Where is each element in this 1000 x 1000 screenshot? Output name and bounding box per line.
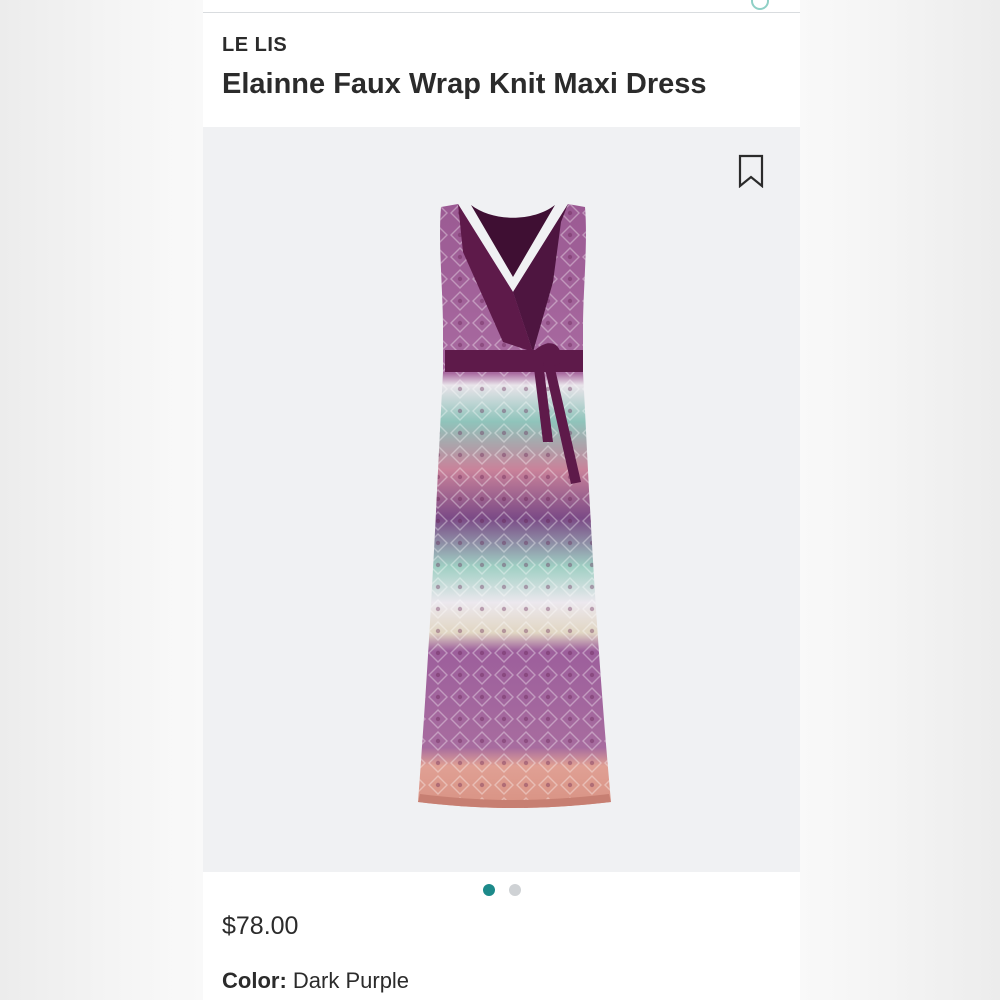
product-title: Elainne Faux Wrap Knit Maxi Dress	[222, 68, 707, 100]
product-color: Color: Dark Purple	[222, 968, 409, 994]
product-page: LE LIS Elainne Faux Wrap Knit Maxi Dress	[203, 0, 800, 1000]
product-brand: LE LIS	[222, 34, 288, 56]
header-divider	[203, 12, 800, 13]
gallery-dot-1[interactable]	[482, 884, 495, 896]
product-price: $78.00	[222, 912, 299, 940]
bookmark-icon[interactable]	[738, 154, 764, 188]
screenshot-stage: LE LIS Elainne Faux Wrap Knit Maxi Dress	[0, 0, 1000, 1000]
dress-image	[418, 204, 611, 808]
gallery-dot-2[interactable]	[508, 884, 521, 896]
color-value: Dark Purple	[292, 968, 410, 993]
product-image-gallery[interactable]	[203, 127, 800, 872]
gallery-pagination	[203, 884, 800, 898]
status-indicator-icon	[751, 0, 769, 10]
color-label: Color:	[222, 968, 287, 993]
